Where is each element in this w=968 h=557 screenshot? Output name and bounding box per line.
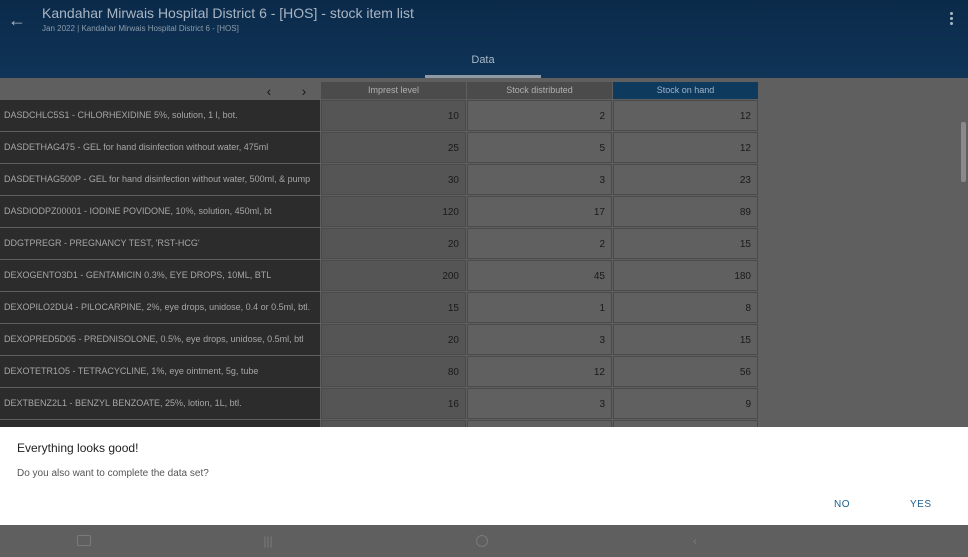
stock-distributed-cell[interactable]: 12: [467, 356, 612, 387]
stock-on-hand-cell[interactable]: 89: [613, 196, 758, 227]
row-label: DEXOPILO2DU4 - PILOCARPINE, 2%, eye drop…: [0, 292, 320, 323]
keyboard-icon[interactable]: [76, 533, 92, 549]
row-label: DASDCHLC5S1 - CHLORHEXIDINE 5%, solution…: [0, 100, 320, 131]
chevron-right-icon[interactable]: ›: [297, 84, 311, 98]
arrow-left-icon[interactable]: ←: [8, 10, 26, 30]
page-title: Kandahar Mirwais Hospital District 6 - […: [42, 5, 414, 21]
table-row: DEXTBENZ2L1 - BENZYL BENZOATE, 25%, loti…: [0, 388, 760, 420]
row-label: DEXTBENZ2L1 - BENZYL BENZOATE, 25%, loti…: [0, 388, 320, 419]
row-label: DEXOGENTO3D1 - GENTAMICIN 0.3%, EYE DROP…: [0, 260, 320, 291]
table-row: [0, 420, 760, 427]
table-body: DASDCHLC5S1 - CHLORHEXIDINE 5%, solution…: [0, 100, 760, 427]
stock-distributed-cell[interactable]: [467, 420, 612, 427]
home-icon[interactable]: [474, 533, 490, 549]
table-row: DEXOGENTO3D1 - GENTAMICIN 0.3%, EYE DROP…: [0, 260, 760, 292]
dialog-message: Do you also want to complete the data se…: [17, 468, 209, 479]
no-button[interactable]: NO: [834, 499, 850, 510]
imprest-level-cell[interactable]: [321, 420, 466, 427]
app-bar: ← Kandahar Mirwais Hospital District 6 -…: [0, 0, 968, 78]
recent-apps-icon[interactable]: |||: [260, 533, 276, 549]
stock-on-hand-cell[interactable]: 56: [613, 356, 758, 387]
row-label: DDGTPREGR - PREGNANCY TEST, 'RST-HCG': [0, 228, 320, 259]
stock-on-hand-cell[interactable]: 9: [613, 388, 758, 419]
row-label: DEXOTETR1O5 - TETRACYCLINE, 1%, eye oint…: [0, 356, 320, 387]
stock-distributed-cell[interactable]: 2: [467, 228, 612, 259]
imprest-level-cell[interactable]: 25: [321, 132, 466, 163]
imprest-level-cell[interactable]: 20: [321, 228, 466, 259]
column-header-stock-on-hand: Stock on hand: [613, 82, 758, 99]
table-row: DASDETHAG500P - GEL for hand disinfectio…: [0, 164, 760, 196]
row-label: DASDETHAG475 - GEL for hand disinfection…: [0, 132, 320, 163]
completion-dialog: Everything looks good! Do you also want …: [0, 427, 968, 525]
imprest-level-cell[interactable]: 16: [321, 388, 466, 419]
system-nav-bar: ||| ‹: [0, 525, 968, 557]
stock-on-hand-cell[interactable]: 12: [613, 100, 758, 131]
stock-distributed-cell[interactable]: 17: [467, 196, 612, 227]
row-label: DASDIODPZ00001 - IODINE POVIDONE, 10%, s…: [0, 196, 320, 227]
imprest-level-cell[interactable]: 20: [321, 324, 466, 355]
row-label: [0, 420, 320, 427]
scrollbar[interactable]: [961, 122, 966, 182]
page-subtitle: Jan 2022 | Kandahar Mirwais Hospital Dis…: [42, 24, 239, 33]
more-vert-icon[interactable]: [948, 10, 954, 28]
table-row: DDGTPREGR - PREGNANCY TEST, 'RST-HCG' 20…: [0, 228, 760, 260]
stock-distributed-cell[interactable]: 2: [467, 100, 612, 131]
imprest-level-cell[interactable]: 80: [321, 356, 466, 387]
tab-data[interactable]: Data: [425, 48, 541, 78]
yes-button[interactable]: YES: [910, 499, 932, 510]
table-row: DASDIODPZ00001 - IODINE POVIDONE, 10%, s…: [0, 196, 760, 228]
stock-distributed-cell[interactable]: 3: [467, 388, 612, 419]
table-row: DASDETHAG475 - GEL for hand disinfection…: [0, 132, 760, 164]
dialog-title: Everything looks good!: [17, 441, 139, 455]
stock-on-hand-cell[interactable]: 8: [613, 292, 758, 323]
stock-on-hand-cell[interactable]: 180: [613, 260, 758, 291]
stock-on-hand-cell[interactable]: 23: [613, 164, 758, 195]
stock-on-hand-cell[interactable]: 12: [613, 132, 758, 163]
stock-table: ‹ › Imprest level Stock distributed Stoc…: [0, 78, 968, 427]
table-row: DEXOPRED5D05 - PREDNISOLONE, 0.5%, eye d…: [0, 324, 760, 356]
stock-distributed-cell[interactable]: 3: [467, 164, 612, 195]
stock-distributed-cell[interactable]: 3: [467, 324, 612, 355]
table-row: DEXOTETR1O5 - TETRACYCLINE, 1%, eye oint…: [0, 356, 760, 388]
table-row: DEXOPILO2DU4 - PILOCARPINE, 2%, eye drop…: [0, 292, 760, 324]
imprest-level-cell[interactable]: 120: [321, 196, 466, 227]
row-label: DEXOPRED5D05 - PREDNISOLONE, 0.5%, eye d…: [0, 324, 320, 355]
stock-on-hand-cell[interactable]: [613, 420, 758, 427]
imprest-level-cell[interactable]: 15: [321, 292, 466, 323]
table-row: DASDCHLC5S1 - CHLORHEXIDINE 5%, solution…: [0, 100, 760, 132]
stock-on-hand-cell[interactable]: 15: [613, 228, 758, 259]
column-header-stock-distributed: Stock distributed: [467, 82, 612, 99]
chevron-left-icon[interactable]: ‹: [262, 84, 276, 98]
stock-distributed-cell[interactable]: 1: [467, 292, 612, 323]
column-header-imprest-level: Imprest level: [321, 82, 466, 99]
stock-distributed-cell[interactable]: 5: [467, 132, 612, 163]
row-label: DASDETHAG500P - GEL for hand disinfectio…: [0, 164, 320, 195]
imprest-level-cell[interactable]: 30: [321, 164, 466, 195]
imprest-level-cell[interactable]: 200: [321, 260, 466, 291]
column-nav: ‹ ›: [0, 82, 320, 100]
stock-on-hand-cell[interactable]: 15: [613, 324, 758, 355]
imprest-level-cell[interactable]: 10: [321, 100, 466, 131]
stock-distributed-cell[interactable]: 45: [467, 260, 612, 291]
back-icon[interactable]: ‹: [687, 533, 703, 549]
